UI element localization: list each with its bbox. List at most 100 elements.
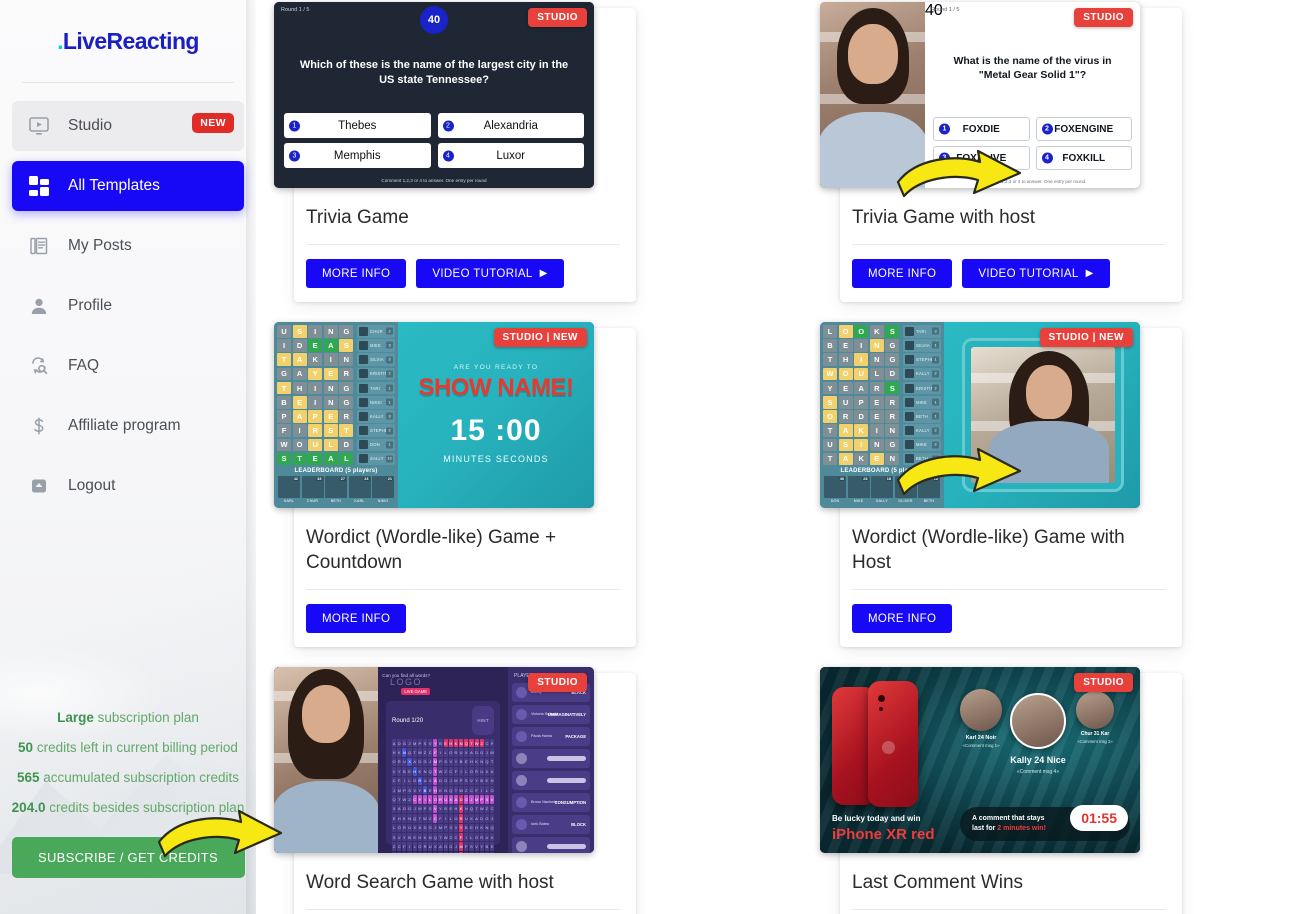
template-card[interactable]: Karl 24 Noir «Comment msg 1» Kally 24 Nic… bbox=[820, 667, 1182, 914]
host-video-frame bbox=[962, 338, 1124, 492]
wordsearch-cell: S bbox=[448, 823, 453, 832]
wordsearch-cell: Z bbox=[469, 851, 474, 853]
wordict-cell: I bbox=[308, 395, 323, 409]
wordict-cell: G bbox=[277, 367, 291, 381]
wordsearch-row: ORUXADGJMPSVYBEHKNQT bbox=[392, 757, 495, 767]
wordsearch-cell: B bbox=[479, 776, 484, 785]
leaderboard-avatar: 12 bbox=[918, 476, 940, 499]
template-preview[interactable]: L O O K S TARI 3 B E I N G SILVIA 1 T H I N G STEPHEN 1 W O U L D… bbox=[820, 322, 1140, 508]
more-info-button[interactable]: MORE INFO bbox=[306, 259, 407, 288]
wordsearch-cell: U bbox=[428, 842, 433, 851]
play-icon: ▶ bbox=[1085, 268, 1094, 279]
wordsearch-cell: U bbox=[422, 776, 428, 785]
wordsearch-cell: P bbox=[479, 795, 484, 804]
wordsearch-cell: P bbox=[417, 739, 422, 748]
sidebar-item-affiliate-program[interactable]: Affiliate program bbox=[12, 401, 244, 451]
wordict-player: NIKKI 1 bbox=[356, 395, 395, 409]
template-preview[interactable]: Karl 24 Noir «Comment msg 1» Kally 24 Nic… bbox=[820, 667, 1140, 853]
video-tutorial-button[interactable]: VIDEO TUTORIAL ▶ bbox=[962, 259, 1110, 288]
player-score: 1 bbox=[932, 356, 939, 364]
round-label: Round 1/20 bbox=[392, 717, 424, 724]
sidebar-item-label: Studio bbox=[68, 117, 112, 134]
more-info-button[interactable]: MORE INFO bbox=[852, 604, 953, 633]
wordsearch-cell: H bbox=[412, 767, 417, 776]
wordsearch-cell: H bbox=[433, 785, 438, 795]
wordsearch-cell: S bbox=[464, 776, 469, 785]
template-card[interactable]: U S I N G CHUR 2 I D E A S MIKE 3 T A K I N SILVIA 3 G A Y E R KRI… bbox=[274, 322, 636, 647]
commenter-label: Karl 24 Noir «Comment msg 1» bbox=[944, 735, 1018, 748]
more-info-button[interactable]: MORE INFO bbox=[852, 259, 953, 288]
wordict-cell: L bbox=[323, 438, 338, 452]
wordsearch-cell: H bbox=[453, 804, 459, 814]
commenter-name: Karl 24 Noir bbox=[965, 735, 997, 741]
video-tutorial-label: VIDEO TUTORIAL bbox=[978, 267, 1079, 280]
wordict-cell: I bbox=[854, 438, 869, 452]
wordict-grid-panel: L O O K S TARI 3 B E I N G SILVIA 1 T H I N G STEPHEN 1 W O U L D… bbox=[820, 322, 944, 508]
sidebar-item-logout[interactable]: Logout bbox=[12, 461, 244, 511]
wordsearch-cell: P bbox=[402, 785, 407, 795]
studio-badge: STUDIO bbox=[528, 673, 587, 692]
wordict-player: SALLY 13 bbox=[356, 452, 395, 466]
wordsearch-cell: B bbox=[428, 851, 433, 853]
wordsearch-cell: R bbox=[479, 832, 484, 842]
templates-main: Round 1 / 5 40 STUDIO Which of these is … bbox=[256, 0, 1295, 914]
wordict-cell: P bbox=[854, 395, 869, 409]
wordict-cell: O bbox=[854, 325, 869, 338]
wordict-row: G A Y E R KRISTIN 2 bbox=[277, 367, 395, 381]
wordsearch-cell: M bbox=[438, 823, 443, 832]
subscribe-get-credits-button[interactable]: SUBSCRIBE / GET CREDITS bbox=[11, 837, 245, 878]
wordsearch-cell: F bbox=[438, 814, 443, 823]
wordsearch-cell: X bbox=[428, 776, 433, 785]
wordict-row: S U P E R MIKE 1 bbox=[823, 395, 941, 409]
trivia-answer: 4 Luxor bbox=[437, 143, 584, 168]
wordsearch-cell: P bbox=[422, 804, 428, 814]
sidebar-item-profile[interactable]: Profile bbox=[12, 281, 244, 331]
sidebar-item-faq[interactable]: FAQ bbox=[12, 341, 244, 391]
template-card[interactable]: L O O K S TARI 3 B E I N G SILVIA 1 T H I N G STEPHEN 1 W O U L D… bbox=[820, 322, 1182, 647]
wordsearch-cell: M bbox=[412, 739, 417, 748]
more-info-button[interactable]: MORE INFO bbox=[306, 604, 407, 633]
besides-value: 204.0 bbox=[11, 800, 46, 815]
answer-text: FOXDIE bbox=[962, 123, 1000, 135]
wordict-cell: R bbox=[838, 410, 853, 423]
wordsearch-cell: J bbox=[412, 804, 417, 814]
accumulated-rest: accumulated subscription credits bbox=[39, 770, 240, 785]
template-preview[interactable]: LOGO Can you find all words? LIVE GAMECO… bbox=[274, 667, 594, 853]
wordict-cell: I bbox=[854, 353, 869, 366]
sidebar-item-studio[interactable]: Studio NEW bbox=[12, 101, 244, 151]
wordsearch-cell: Q bbox=[412, 814, 417, 823]
sidebar-item-my-posts[interactable]: My Posts bbox=[12, 221, 244, 271]
wordsearch-cell: U bbox=[464, 814, 469, 823]
template-preview[interactable]: Round 1 / 5 40 STUDIO What is the name o… bbox=[820, 2, 1140, 188]
studio-badge: STUDIO bbox=[1074, 8, 1133, 27]
wordsearch-cell: U bbox=[484, 832, 489, 842]
wordsearch-cell: X bbox=[489, 832, 495, 842]
wordsearch-header: Round 1/20 HINT bbox=[392, 706, 494, 735]
wordsearch-cell: M bbox=[453, 776, 459, 785]
sidebar: .LiveReacting Studio NEW All Templates M… bbox=[0, 0, 256, 914]
wordict-row: T A K I N KALLY 2 bbox=[823, 424, 941, 437]
wordict-cell: B bbox=[277, 395, 291, 409]
template-card[interactable]: LOGO Can you find all words? LIVE GAMECO… bbox=[274, 667, 636, 914]
hint-button[interactable]: HINT bbox=[472, 706, 494, 735]
template-preview[interactable]: Round 1 / 5 40 STUDIO Which of these is … bbox=[274, 2, 594, 188]
wordict-cell: P bbox=[308, 410, 323, 423]
wordsearch-cell: L bbox=[428, 795, 433, 804]
wordsearch-cell: W bbox=[402, 795, 407, 804]
posts-icon bbox=[26, 233, 52, 259]
template-card[interactable]: Round 1 / 5 40 STUDIO What is the name o… bbox=[820, 2, 1182, 302]
wordsearch-cell: S bbox=[484, 795, 489, 804]
template-preview[interactable]: U S I N G CHUR 2 I D E A S MIKE 3 T A K I N SILVIA 3 G A Y E R KRI… bbox=[274, 322, 594, 508]
template-card[interactable]: Round 1 / 5 40 STUDIO Which of these is … bbox=[274, 2, 636, 302]
brand-logo[interactable]: .LiveReacting bbox=[0, 0, 256, 68]
wordsearch-cell: K bbox=[397, 748, 402, 757]
wordict-cell: I bbox=[277, 339, 291, 352]
wordsearch-cell: I bbox=[438, 748, 443, 757]
trivia-answer: 1 FOXDIE bbox=[933, 117, 1030, 141]
video-tutorial-button[interactable]: VIDEO TUTORIAL ▶ bbox=[416, 259, 564, 288]
sidebar-item-all-templates[interactable]: All Templates bbox=[12, 161, 244, 211]
wordict-cell: U bbox=[838, 395, 853, 409]
wordsearch-cell: P bbox=[459, 776, 464, 785]
leaderboard-entry: 18 KALLY bbox=[871, 476, 893, 503]
wordsearch-cell: K bbox=[459, 804, 464, 814]
